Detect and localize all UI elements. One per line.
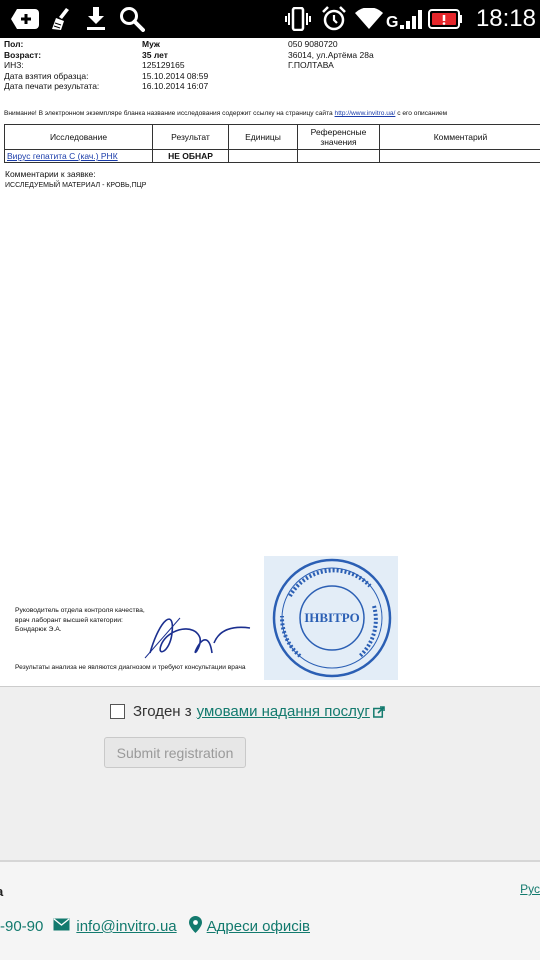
add-icon — [10, 6, 40, 32]
address-value: 36014, ул.Артёма 28а — [288, 49, 374, 60]
mail-icon — [53, 918, 70, 935]
stamp-text: ІНВІТРО — [304, 610, 360, 625]
signer-line: врач лаборант высшей категории: — [15, 616, 123, 624]
table-row: Вирус гепатита С (кач.) РНК НЕ ОБНАР — [4, 149, 540, 163]
agree-text: Згоден з — [133, 703, 192, 720]
sample-date-label: Дата взятия образца: — [4, 70, 89, 81]
test-units — [228, 149, 298, 163]
test-comment — [379, 149, 540, 163]
clock: 18:18 — [475, 5, 536, 32]
signer-line: Руководитель отдела контроля качества, — [15, 607, 145, 614]
sex-value: Муж — [142, 39, 160, 49]
disclaimer: Результаты анализа не являются диагнозом… — [15, 664, 246, 671]
print-date-value: 16.10.2014 16:07 — [142, 81, 209, 91]
signal-icon: G — [386, 6, 424, 32]
material-text: ИССЛЕДУЕМЫЙ МАТЕРИАЛ - КРОВЬ,ПЦР — [5, 182, 147, 189]
terms-checkbox[interactable] — [110, 704, 125, 719]
age-label: Возраст: — [4, 49, 42, 60]
footer: а Рус -90-90 info@invitro.ua Адреси офис… — [0, 860, 540, 960]
location-pin-icon — [188, 916, 202, 937]
age-value: 35 лет — [142, 49, 168, 60]
test-result: НЕ ОБНАР — [152, 149, 229, 163]
column-header: Референсные значения — [297, 124, 380, 150]
agree-row: Згоден з умовами надання послуг — [110, 703, 385, 720]
notice-text: Внимание! В электронном экземпляре бланк… — [4, 110, 333, 117]
print-date-label: Дата печати результата: — [4, 81, 100, 91]
inz-value: 125129165 — [142, 60, 185, 70]
alarm-icon — [320, 6, 348, 32]
result-document: Пол: Муж 050 9080720 Возраст: 35 лет 360… — [0, 38, 540, 686]
column-header: Исследование — [4, 124, 153, 150]
test-reference — [297, 149, 380, 163]
city-value: Г.ПОЛТАВА — [288, 60, 334, 70]
sex-label: Пол: — [4, 39, 24, 49]
comments-label: Комментарии к заявке: — [5, 169, 96, 179]
signer-name: Бондарюк Э.А. — [15, 626, 62, 633]
sample-date-value: 15.10.2014 08:59 — [142, 70, 209, 81]
notice-tail: с его описанием — [397, 110, 448, 117]
offices-link[interactable]: Адреси офисів — [188, 916, 310, 937]
email-link[interactable]: info@invitro.ua — [53, 918, 177, 935]
column-header: Результат — [152, 124, 229, 150]
cleaner-icon — [48, 6, 74, 32]
phone-value: 050 9080720 — [288, 39, 338, 49]
terms-link[interactable]: умовами надання послуг — [197, 703, 370, 720]
svg-text:G: G — [386, 14, 398, 31]
status-bar: G 18:18 — [0, 0, 540, 38]
submit-registration-button[interactable]: Submit registration — [104, 737, 246, 768]
notice: Внимание! В электронном экземпляре бланк… — [4, 110, 447, 117]
test-name-link[interactable]: Вирус гепатита С (кач.) РНК — [4, 149, 153, 163]
battery-alert-icon — [428, 6, 464, 32]
order-comments: Комментарии к заявке: ИССЛЕДУЕМЫЙ МАТЕРИ… — [5, 168, 146, 192]
search-icon — [118, 6, 146, 32]
download-icon — [84, 6, 108, 32]
phone-link[interactable]: -90-90 — [0, 918, 43, 935]
footer-contacts: -90-90 info@invitro.ua Адреси офисів — [0, 916, 310, 937]
patient-info: Пол: Муж 050 9080720 Возраст: 35 лет 360… — [4, 39, 534, 92]
email-text: info@invitro.ua — [76, 918, 177, 935]
inz-label: ИНЗ: — [4, 60, 24, 70]
footer-heading-fragment: а — [0, 884, 3, 899]
lab-stamp-image: ІНВІТРО — [272, 558, 392, 678]
signer-info: Руководитель отдела контроля качества, в… — [15, 606, 145, 635]
wifi-icon — [354, 6, 384, 32]
registration-form: Згоден з умовами надання послуг Submit r… — [0, 686, 540, 861]
external-link-icon — [372, 705, 385, 718]
notice-link[interactable]: http://www.invitro.ua/ — [335, 110, 396, 117]
column-header: Комментарий — [379, 124, 540, 150]
table-header-row: Исследование Результат Единицы Референсн… — [4, 124, 540, 150]
language-link[interactable]: Рус — [520, 882, 540, 896]
column-header: Единицы — [228, 124, 298, 150]
results-table: Исследование Результат Единицы Референсн… — [4, 124, 540, 163]
offices-text: Адреси офисів — [206, 918, 310, 935]
vibrate-icon — [284, 6, 312, 32]
signature-image — [144, 617, 251, 659]
